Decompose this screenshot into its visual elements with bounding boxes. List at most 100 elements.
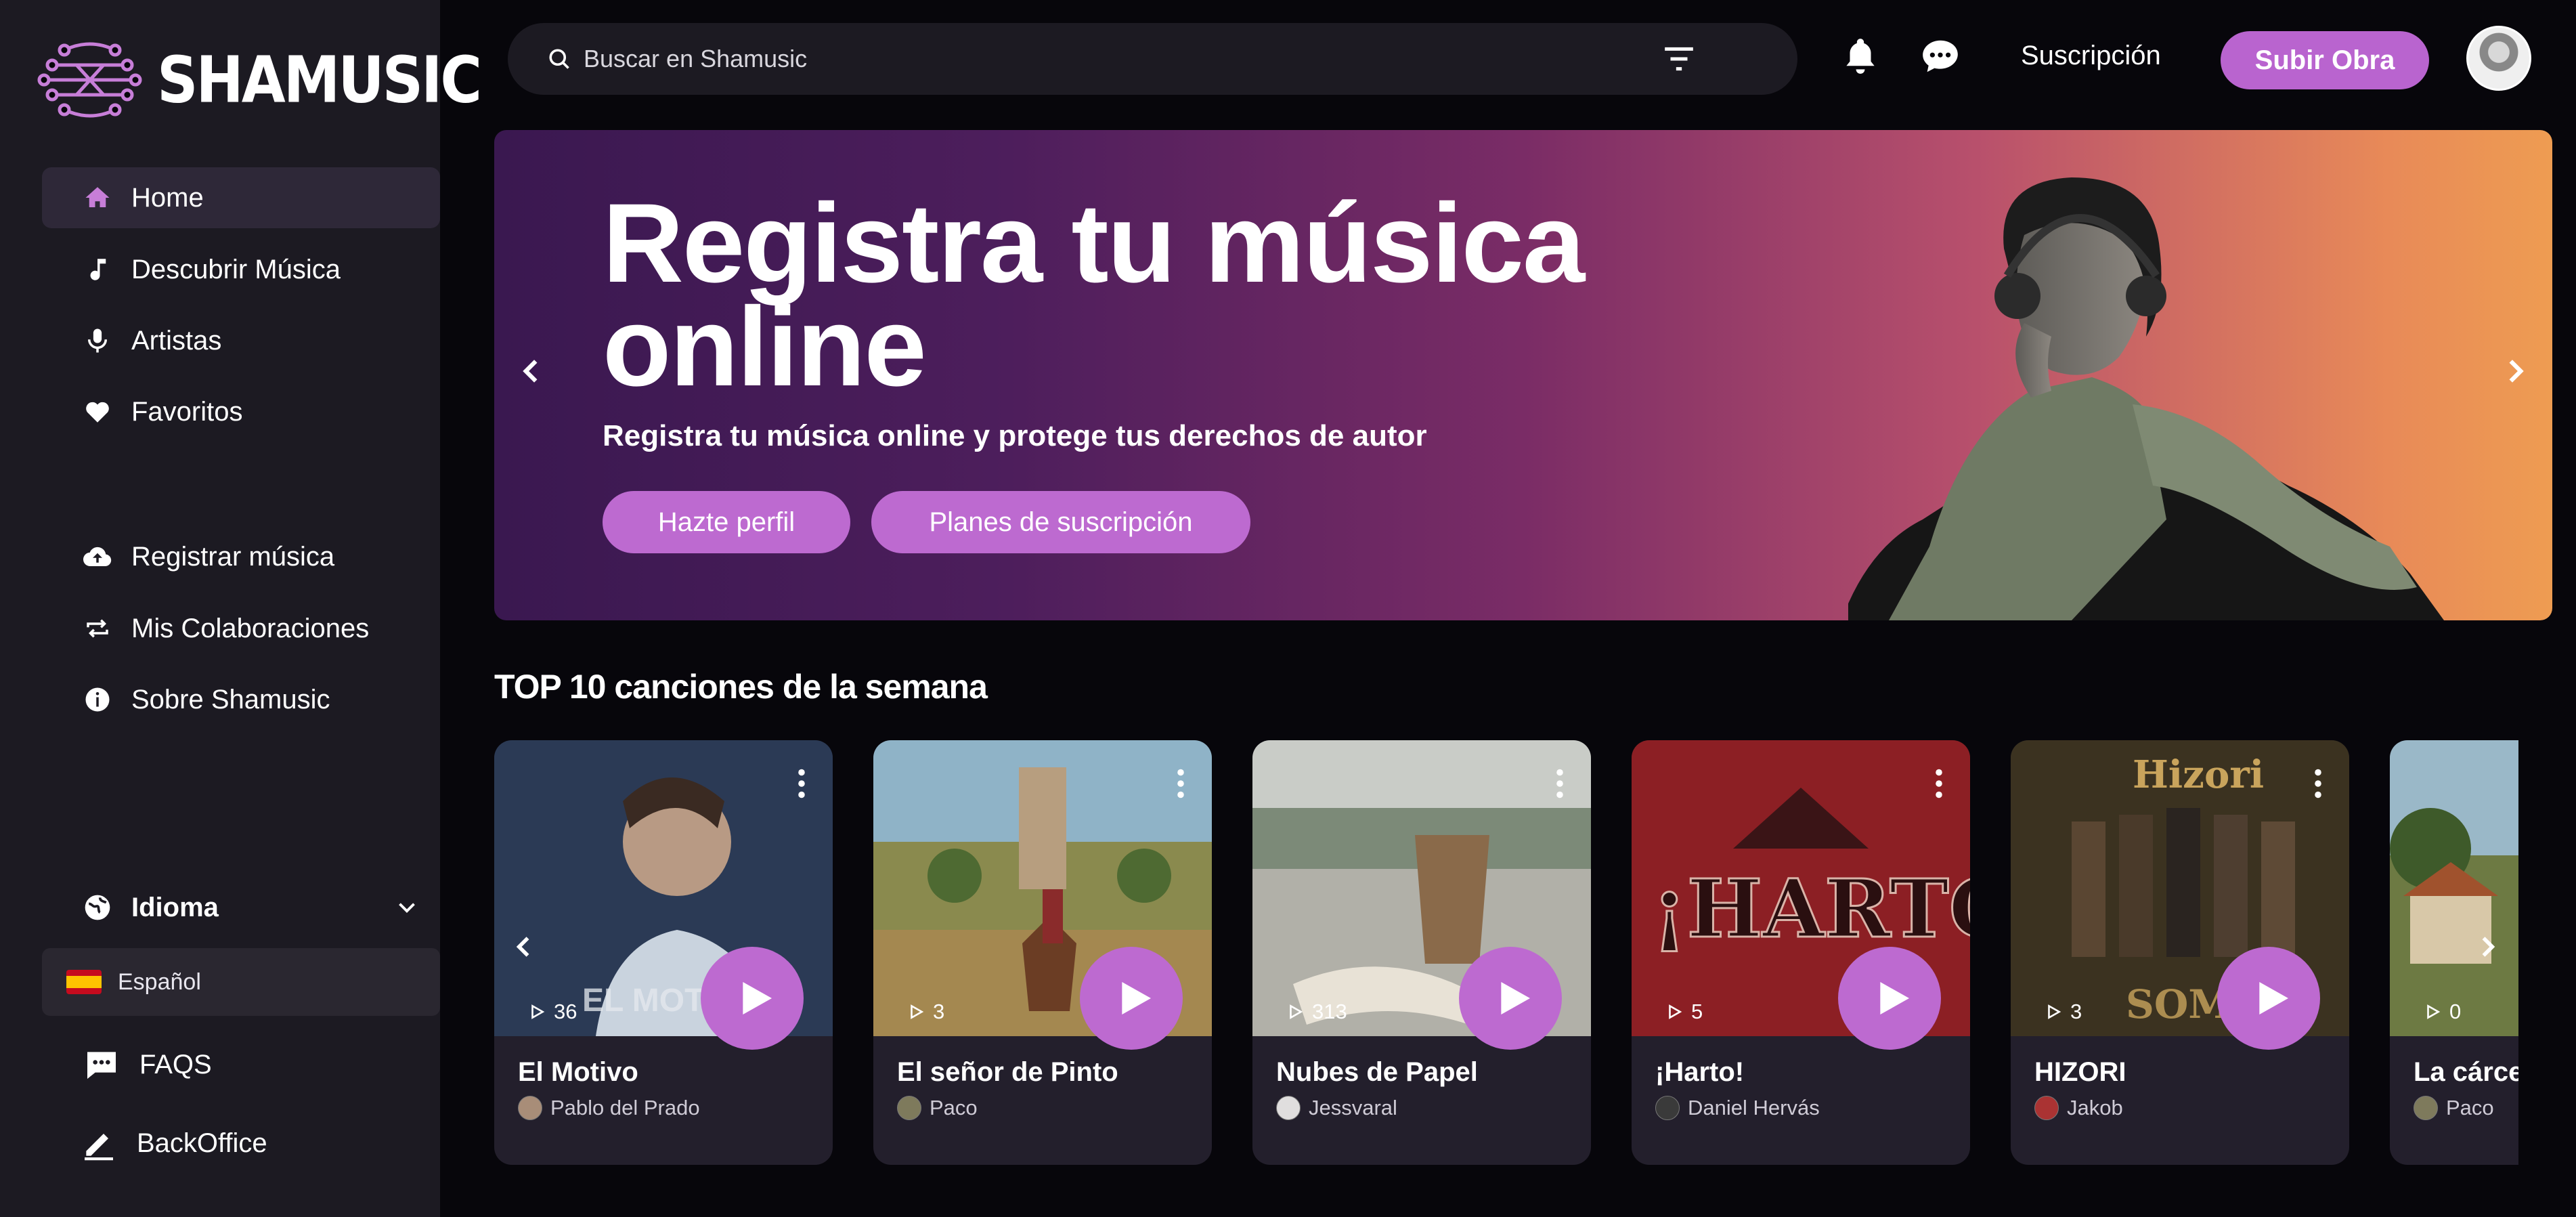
language-option-espanol[interactable]: Español [42,948,440,1016]
artist-name: Jessvaral [1309,1096,1397,1119]
repeat-icon [83,614,112,643]
song-card[interactable]: ¡HARTO! 5 ¡Harto! Daniel Hervás [1632,740,1970,1165]
play-count-value: 3 [933,1000,945,1023]
play-button[interactable] [1838,947,1941,1050]
messages-icon[interactable] [1919,35,1961,77]
backoffice-link[interactable]: BackOffice [80,1116,267,1170]
play-button[interactable] [1459,947,1562,1050]
song-title: ¡Harto! [1655,1057,1745,1087]
sidebar-item-mis-colaboraciones[interactable]: Mis Colaboraciones [42,598,440,659]
play-count-icon [2048,1004,2061,1019]
artist-name: Daniel Hervás [1688,1096,1820,1119]
more-options-icon[interactable] [1935,769,1943,798]
artist-avatar [2034,1096,2059,1120]
subscription-plans-button[interactable]: Planes de suscripción [871,491,1250,553]
song-title: Nubes de Papel [1276,1057,1478,1087]
language-label: Idioma [131,892,219,922]
subscription-link[interactable]: Suscripción [2021,41,2161,71]
upload-work-button[interactable]: Subir Obra [2221,31,2429,89]
circuit-waves-logo-icon [37,42,142,118]
hero-woman-headphones-image [1848,177,2444,620]
more-options-icon[interactable] [1177,769,1185,798]
artist-name: Paco [930,1096,978,1119]
song-artist[interactable]: Jessvaral [1276,1096,1397,1120]
sidebar-item-label: Registrar música [131,541,335,572]
language-dropdown[interactable]: Idioma [42,877,421,938]
more-options-icon[interactable] [2314,769,2322,798]
song-card[interactable]: 313 Nubes de Papel Jessvaral [1252,740,1591,1165]
play-icon [743,982,772,1015]
carousel-next-arrow-icon[interactable] [2472,928,2502,966]
sidebar-item-label: Descubrir Música [131,254,341,284]
search-bar [508,23,1797,95]
play-count-icon [911,1004,924,1019]
sidebar-item-descubrir-musica[interactable]: Descubrir Música [42,239,440,300]
more-options-icon[interactable] [1556,769,1564,798]
hero-next-arrow-icon[interactable] [2498,351,2532,391]
song-cover-image [2390,740,2518,1036]
artist-avatar [518,1096,542,1120]
more-options-icon[interactable] [798,769,806,798]
sidebar-item-sobre-shamusic[interactable]: Sobre Shamusic [42,669,440,730]
sidebar-item-favoritos[interactable]: Favoritos [42,381,440,442]
heart-icon [83,397,112,427]
song-card[interactable]: Hizori SOMBR 3 HIZORI Jakob [2011,740,2349,1165]
song-card[interactable]: EL MOTI 36 El Motivo Pablo del Prado [494,740,833,1165]
song-title: La cárcel [2414,1057,2518,1087]
play-button[interactable] [701,947,804,1050]
sidebar-item-home[interactable]: Home [42,167,440,228]
song-title: HIZORI [2034,1057,2126,1087]
artist-avatar [1655,1096,1680,1120]
pencil-icon [85,1134,113,1161]
song-artist[interactable]: Paco [897,1096,978,1120]
song-artist[interactable]: Jakob [2034,1096,2123,1120]
hero-title: Registra tu música online [603,181,1585,410]
search-icon [549,49,569,69]
microphone-icon [83,326,112,356]
artist-avatar [2414,1096,2438,1120]
play-button[interactable] [1080,947,1183,1050]
play-count: 313 [1286,1000,1347,1024]
cloud-upload-icon [83,542,112,572]
play-count-icon [531,1004,545,1019]
play-button[interactable] [2217,947,2320,1050]
bell-icon[interactable] [1839,35,1881,77]
carousel-prev-arrow-icon[interactable] [509,928,539,966]
play-icon [1122,982,1151,1015]
create-profile-button[interactable]: Hazte perfil [603,491,850,553]
hero-prev-arrow-icon[interactable] [515,351,548,391]
faqs-link[interactable]: FAQS [83,1038,212,1092]
sidebar-item-label: Mis Colaboraciones [131,613,370,643]
song-card[interactable]: 3 El señor de Pinto Paco [873,740,1212,1165]
play-icon [1501,982,1530,1015]
artist-name: Paco [2446,1096,2494,1119]
play-icon [1880,982,1909,1015]
brand-name: SHAMUSIC [157,43,482,117]
play-count-value: 5 [1691,1000,1703,1023]
play-count: 3 [2045,1000,2082,1024]
globe-icon [85,895,110,920]
svg-text:EL MOTI: EL MOTI [582,983,714,1019]
filter-icon[interactable] [1662,43,1696,74]
song-artist[interactable]: Pablo del Prado [518,1096,700,1120]
sidebar-item-registrar-musica[interactable]: Registrar música [42,526,440,587]
faqs-label: FAQS [139,1049,212,1080]
language-option-label: Español [118,968,201,995]
play-count: 3 [907,1000,944,1024]
sidebar-item-label: Favoritos [131,396,243,427]
song-artist[interactable]: Daniel Hervás [1655,1096,1820,1120]
brand-logo[interactable]: SHAMUSIC [37,39,482,121]
song-title: El Motivo [518,1057,638,1087]
artist-name: Jakob [2067,1096,2123,1119]
music-note-icon [83,255,112,284]
search-input[interactable] [584,45,1797,73]
sidebar: SHAMUSIC Home Descubrir Música Artistas … [0,0,482,1217]
artist-avatar [897,1096,921,1120]
song-artist[interactable]: Paco [2414,1096,2494,1120]
play-count: 5 [1665,1000,1703,1024]
app-root: SHAMUSIC Home Descubrir Música Artistas … [0,0,2576,1217]
play-count-icon [1669,1004,1682,1019]
play-count: 0 [2424,1000,2461,1024]
avatar[interactable] [2466,26,2531,91]
sidebar-item-artistas[interactable]: Artistas [42,310,440,371]
